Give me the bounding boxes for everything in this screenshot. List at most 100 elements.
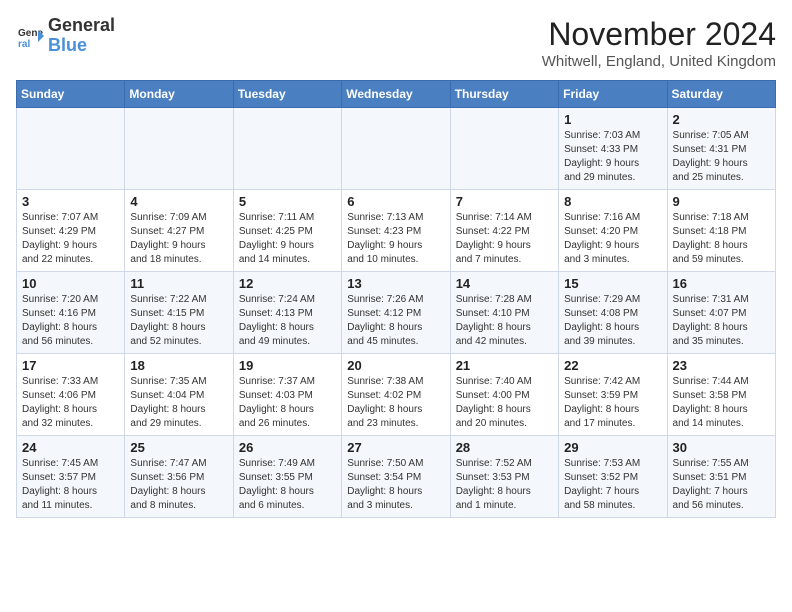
logo: Gene ral General Blue bbox=[16, 16, 115, 56]
day-info: Sunrise: 7:38 AM Sunset: 4:02 PM Dayligh… bbox=[347, 375, 444, 431]
day-number: 22 bbox=[564, 358, 661, 373]
day-info: Sunrise: 7:09 AM Sunset: 4:27 PM Dayligh… bbox=[130, 211, 227, 267]
day-number: 12 bbox=[239, 276, 336, 291]
day-number: 25 bbox=[130, 440, 227, 455]
day-info: Sunrise: 7:33 AM Sunset: 4:06 PM Dayligh… bbox=[22, 375, 119, 431]
day-number: 16 bbox=[673, 276, 770, 291]
day-info: Sunrise: 7:42 AM Sunset: 3:59 PM Dayligh… bbox=[564, 375, 661, 431]
day-info: Sunrise: 7:07 AM Sunset: 4:29 PM Dayligh… bbox=[22, 211, 119, 267]
day-info: Sunrise: 7:05 AM Sunset: 4:31 PM Dayligh… bbox=[673, 129, 770, 185]
day-number: 28 bbox=[456, 440, 553, 455]
day-header-tuesday: Tuesday bbox=[233, 81, 341, 108]
calendar-cell: 20Sunrise: 7:38 AM Sunset: 4:02 PM Dayli… bbox=[342, 354, 450, 436]
day-number: 29 bbox=[564, 440, 661, 455]
day-number: 5 bbox=[239, 194, 336, 209]
day-number: 11 bbox=[130, 276, 227, 291]
day-info: Sunrise: 7:22 AM Sunset: 4:15 PM Dayligh… bbox=[130, 293, 227, 349]
day-number: 23 bbox=[673, 358, 770, 373]
day-info: Sunrise: 7:45 AM Sunset: 3:57 PM Dayligh… bbox=[22, 457, 119, 513]
calendar-cell: 9 Sunrise: 7:18 AM Sunset: 4:18 PM Daylig… bbox=[667, 190, 775, 272]
title-area: November 2024 Whitwell, England, United … bbox=[542, 16, 776, 70]
day-info: Sunrise: 7:55 AM Sunset: 3:51 PM Dayligh… bbox=[673, 457, 770, 513]
day-number: 4 bbox=[130, 194, 227, 209]
calendar-cell bbox=[17, 108, 125, 190]
day-number: 3 bbox=[22, 194, 119, 209]
day-info: Sunrise: 7:53 AM Sunset: 3:52 PM Dayligh… bbox=[564, 457, 661, 513]
calendar-cell: 30 Sunrise: 7:55 AM Sunset: 3:51 PM Dayli… bbox=[667, 436, 775, 518]
day-number: 2 bbox=[673, 112, 770, 127]
calendar-cell: 3 Sunrise: 7:07 AM Sunset: 4:29 PM Daylig… bbox=[17, 190, 125, 272]
day-number: 30 bbox=[673, 440, 770, 455]
day-info: Sunrise: 7:20 AM Sunset: 4:16 PM Dayligh… bbox=[22, 293, 119, 349]
calendar-week-row: 1Sunrise: 7:03 AM Sunset: 4:33 PM Daylig… bbox=[17, 108, 776, 190]
day-number: 18 bbox=[130, 358, 227, 373]
day-number: 27 bbox=[347, 440, 444, 455]
calendar-cell: 28Sunrise: 7:52 AM Sunset: 3:53 PM Dayli… bbox=[450, 436, 558, 518]
calendar-cell bbox=[233, 108, 341, 190]
day-header-wednesday: Wednesday bbox=[342, 81, 450, 108]
calendar-cell: 16 Sunrise: 7:31 AM Sunset: 4:07 PM Dayli… bbox=[667, 272, 775, 354]
calendar-cell: 2 Sunrise: 7:05 AM Sunset: 4:31 PM Daylig… bbox=[667, 108, 775, 190]
day-number: 19 bbox=[239, 358, 336, 373]
calendar-cell: 5 Sunrise: 7:11 AM Sunset: 4:25 PM Daylig… bbox=[233, 190, 341, 272]
calendar-cell: 7 Sunrise: 7:14 AM Sunset: 4:22 PM Daylig… bbox=[450, 190, 558, 272]
day-info: Sunrise: 7:29 AM Sunset: 4:08 PM Dayligh… bbox=[564, 293, 661, 349]
day-number: 13 bbox=[347, 276, 444, 291]
day-number: 6 bbox=[347, 194, 444, 209]
day-info: Sunrise: 7:13 AM Sunset: 4:23 PM Dayligh… bbox=[347, 211, 444, 267]
day-header-row: SundayMondayTuesdayWednesdayThursdayFrid… bbox=[17, 81, 776, 108]
location: Whitwell, England, United Kingdom bbox=[542, 53, 776, 70]
logo-text: General Blue bbox=[48, 16, 115, 56]
calendar-cell: 25 Sunrise: 7:47 AM Sunset: 3:56 PM Dayli… bbox=[125, 436, 233, 518]
calendar-cell: 14Sunrise: 7:28 AM Sunset: 4:10 PM Dayli… bbox=[450, 272, 558, 354]
day-info: Sunrise: 7:24 AM Sunset: 4:13 PM Dayligh… bbox=[239, 293, 336, 349]
calendar-week-row: 10Sunrise: 7:20 AM Sunset: 4:16 PM Dayli… bbox=[17, 272, 776, 354]
day-header-sunday: Sunday bbox=[17, 81, 125, 108]
calendar-cell bbox=[342, 108, 450, 190]
calendar-cell: 1Sunrise: 7:03 AM Sunset: 4:33 PM Daylig… bbox=[559, 108, 667, 190]
day-info: Sunrise: 7:11 AM Sunset: 4:25 PM Dayligh… bbox=[239, 211, 336, 267]
month-title: November 2024 bbox=[542, 16, 776, 53]
day-number: 7 bbox=[456, 194, 553, 209]
calendar-cell: 17 Sunrise: 7:33 AM Sunset: 4:06 PM Dayli… bbox=[17, 354, 125, 436]
day-header-friday: Friday bbox=[559, 81, 667, 108]
calendar-cell: 6 Sunrise: 7:13 AM Sunset: 4:23 PM Daylig… bbox=[342, 190, 450, 272]
calendar-cell: 27Sunrise: 7:50 AM Sunset: 3:54 PM Dayli… bbox=[342, 436, 450, 518]
calendar-cell: 29 Sunrise: 7:53 AM Sunset: 3:52 PM Dayli… bbox=[559, 436, 667, 518]
day-number: 26 bbox=[239, 440, 336, 455]
logo-icon: Gene ral bbox=[16, 22, 44, 50]
day-info: Sunrise: 7:37 AM Sunset: 4:03 PM Dayligh… bbox=[239, 375, 336, 431]
calendar-cell: 11 Sunrise: 7:22 AM Sunset: 4:15 PM Dayli… bbox=[125, 272, 233, 354]
calendar-cell bbox=[125, 108, 233, 190]
day-info: Sunrise: 7:35 AM Sunset: 4:04 PM Dayligh… bbox=[130, 375, 227, 431]
day-number: 15 bbox=[564, 276, 661, 291]
calendar-cell: 22 Sunrise: 7:42 AM Sunset: 3:59 PM Dayli… bbox=[559, 354, 667, 436]
calendar-cell: 15 Sunrise: 7:29 AM Sunset: 4:08 PM Dayli… bbox=[559, 272, 667, 354]
day-number: 17 bbox=[22, 358, 119, 373]
day-info: Sunrise: 7:26 AM Sunset: 4:12 PM Dayligh… bbox=[347, 293, 444, 349]
day-info: Sunrise: 7:31 AM Sunset: 4:07 PM Dayligh… bbox=[673, 293, 770, 349]
svg-text:ral: ral bbox=[18, 39, 30, 50]
calendar-cell: 4 Sunrise: 7:09 AM Sunset: 4:27 PM Daylig… bbox=[125, 190, 233, 272]
day-number: 21 bbox=[456, 358, 553, 373]
day-info: Sunrise: 7:47 AM Sunset: 3:56 PM Dayligh… bbox=[130, 457, 227, 513]
day-header-monday: Monday bbox=[125, 81, 233, 108]
calendar-cell: 8Sunrise: 7:16 AM Sunset: 4:20 PM Daylig… bbox=[559, 190, 667, 272]
day-header-thursday: Thursday bbox=[450, 81, 558, 108]
calendar-table: SundayMondayTuesdayWednesdayThursdayFrid… bbox=[16, 80, 776, 518]
day-info: Sunrise: 7:18 AM Sunset: 4:18 PM Dayligh… bbox=[673, 211, 770, 267]
day-number: 8 bbox=[564, 194, 661, 209]
calendar-cell: 12 Sunrise: 7:24 AM Sunset: 4:13 PM Dayli… bbox=[233, 272, 341, 354]
day-info: Sunrise: 7:14 AM Sunset: 4:22 PM Dayligh… bbox=[456, 211, 553, 267]
day-info: Sunrise: 7:40 AM Sunset: 4:00 PM Dayligh… bbox=[456, 375, 553, 431]
day-info: Sunrise: 7:28 AM Sunset: 4:10 PM Dayligh… bbox=[456, 293, 553, 349]
day-number: 1 bbox=[564, 112, 661, 127]
day-number: 9 bbox=[673, 194, 770, 209]
calendar-cell: 10Sunrise: 7:20 AM Sunset: 4:16 PM Dayli… bbox=[17, 272, 125, 354]
day-number: 24 bbox=[22, 440, 119, 455]
logo-line1: General bbox=[48, 16, 115, 36]
day-info: Sunrise: 7:49 AM Sunset: 3:55 PM Dayligh… bbox=[239, 457, 336, 513]
calendar-cell: 21 Sunrise: 7:40 AM Sunset: 4:00 PM Dayli… bbox=[450, 354, 558, 436]
calendar-cell: 18 Sunrise: 7:35 AM Sunset: 4:04 PM Dayli… bbox=[125, 354, 233, 436]
calendar-cell bbox=[450, 108, 558, 190]
